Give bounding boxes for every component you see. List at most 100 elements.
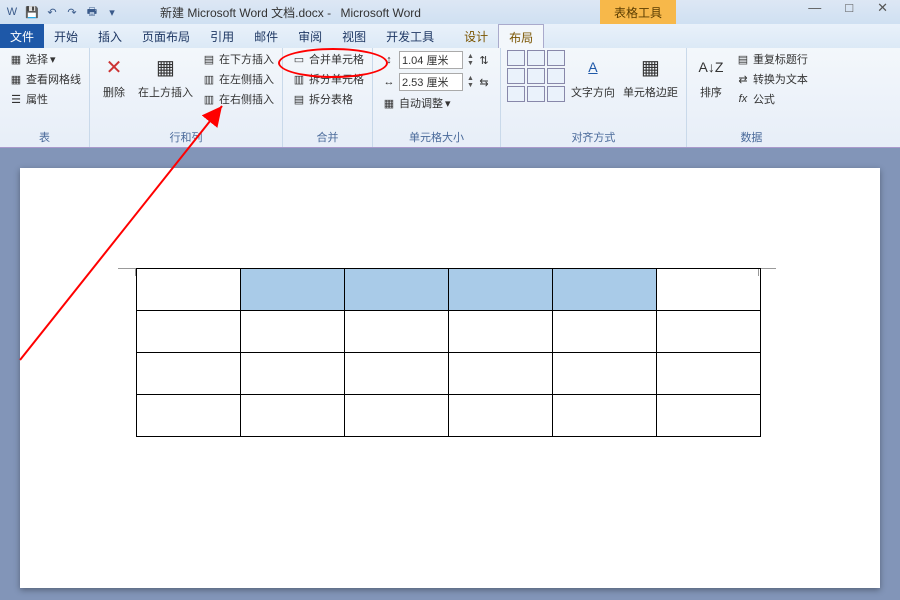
group-merge-label: 合并	[317, 127, 339, 145]
convert-button[interactable]: ⇄ 转换为文本	[733, 70, 810, 88]
insert-right-button[interactable]: ▥ 在右侧插入	[199, 90, 276, 108]
window-title: 新建 Microsoft Word 文档.docx - Microsoft Wo…	[160, 4, 421, 21]
insert-left-label: 在左侧插入	[219, 71, 274, 87]
insert-left-button[interactable]: ▥ 在左侧插入	[199, 70, 276, 88]
insert-more: ▤ 在下方插入 ▥ 在左侧插入 ▥ 在右侧插入	[199, 50, 276, 108]
tab-insert[interactable]: 插入	[88, 24, 132, 48]
row-height[interactable]: ↕ 1.04 厘米 ▲▼ ⇅	[379, 50, 494, 70]
title-separator: -	[327, 6, 334, 20]
insert-above-button[interactable]: ▦ 在上方插入	[136, 50, 195, 102]
table-cell-selected[interactable]	[553, 269, 657, 311]
gridlines-icon: ▦	[8, 72, 24, 86]
tab-references[interactable]: 引用	[200, 24, 244, 48]
table-row[interactable]	[137, 353, 761, 395]
group-cell-size: ↕ 1.04 厘米 ▲▼ ⇅ ↔ 2.53 厘米 ▲▼ ⇆ ▦ 自动调整 ▾	[373, 48, 501, 147]
repeat-header-icon: ▤	[735, 52, 751, 66]
convert-label: 转换为文本	[753, 71, 808, 87]
word-icon: W	[4, 4, 20, 20]
table-cell-selected[interactable]	[241, 269, 345, 311]
tab-view[interactable]: 视图	[332, 24, 376, 48]
height-spinner[interactable]: ▲▼	[467, 53, 474, 67]
tab-mailings[interactable]: 邮件	[244, 24, 288, 48]
qat-more-icon[interactable]: ▾	[104, 4, 120, 20]
data-body: A↓Z 排序 ▤ 重复标题行 ⇄ 转换为文本 fx 公式	[693, 50, 810, 108]
distribute-cols-icon[interactable]: ⇆	[476, 75, 492, 89]
table-row[interactable]	[137, 269, 761, 311]
width-spinner[interactable]: ▲▼	[467, 75, 474, 89]
table-cell-selected[interactable]	[449, 269, 553, 311]
table-row[interactable]	[137, 395, 761, 437]
cell-margins-label: 单元格边距	[623, 84, 678, 100]
group-alignment-label: 对齐方式	[571, 127, 615, 145]
context-tool-label: 表格工具	[600, 0, 676, 24]
titlebar: W 💾 ↶ ↷ 🖶 ▾ 新建 Microsoft Word 文档.docx - …	[0, 0, 900, 24]
minimize-button[interactable]: —	[808, 0, 821, 16]
properties-label: 属性	[26, 91, 48, 107]
annotation-ellipse	[278, 48, 388, 78]
select-button[interactable]: ▦ 选择 ▾	[6, 50, 83, 68]
split-table-label: 拆分表格	[309, 91, 353, 107]
cell-size-inputs: ↕ 1.04 厘米 ▲▼ ⇅ ↔ 2.53 厘米 ▲▼ ⇆ ▦ 自动调整 ▾	[379, 50, 494, 112]
repeat-header-label: 重复标题行	[753, 51, 808, 67]
tab-file[interactable]: 文件	[0, 24, 44, 48]
formula-button[interactable]: fx 公式	[733, 90, 810, 108]
chevron-down-icon: ▾	[445, 97, 451, 110]
undo-icon[interactable]: ↶	[44, 4, 60, 20]
table-cell-selected[interactable]	[345, 269, 449, 311]
tab-page-layout[interactable]: 页面布局	[132, 24, 200, 48]
gridlines-label: 查看网格线	[26, 71, 81, 87]
col-width[interactable]: ↔ 2.53 厘米 ▲▼ ⇆	[379, 72, 494, 92]
document-table[interactable]	[136, 268, 761, 437]
tab-home[interactable]: 开始	[44, 24, 88, 48]
table-cell[interactable]	[657, 269, 761, 311]
autofit-button[interactable]: ▦ 自动调整 ▾	[379, 94, 494, 112]
text-direction-button[interactable]: A 文字方向	[569, 50, 617, 102]
insert-left-icon: ▥	[201, 72, 217, 86]
close-button[interactable]: ✕	[877, 0, 888, 16]
split-table-button[interactable]: ▤ 拆分表格	[289, 90, 366, 108]
height-value[interactable]: 1.04 厘米	[399, 51, 463, 69]
group-cell-size-label: 单元格大小	[409, 127, 464, 145]
maximize-button[interactable]: □	[845, 0, 853, 16]
autofit-icon: ▦	[381, 96, 397, 110]
save-icon[interactable]: 💾	[24, 4, 40, 20]
insert-above-label: 在上方插入	[138, 84, 193, 100]
select-icon: ▦	[8, 52, 24, 66]
margin-anchor-left	[118, 268, 136, 276]
properties-button[interactable]: ☰ 属性	[6, 90, 83, 108]
text-direction-label: 文字方向	[571, 84, 615, 100]
text-direction-icon: A	[577, 52, 609, 82]
ribbon-tabs: 文件 开始 插入 页面布局 引用 邮件 审阅 视图 开发工具 设计 布局	[0, 24, 900, 48]
page-area	[0, 148, 900, 600]
tab-dev[interactable]: 开发工具	[376, 24, 444, 48]
table-row[interactable]	[137, 311, 761, 353]
sort-button[interactable]: A↓Z 排序	[693, 50, 729, 102]
tab-layout[interactable]: 布局	[498, 24, 544, 48]
print-icon[interactable]: 🖶	[84, 4, 100, 20]
chevron-down-icon: ▾	[50, 53, 56, 66]
table-cell[interactable]	[137, 269, 241, 311]
tab-review[interactable]: 审阅	[288, 24, 332, 48]
repeat-header-button[interactable]: ▤ 重复标题行	[733, 50, 810, 68]
redo-icon[interactable]: ↷	[64, 4, 80, 20]
insert-below-button[interactable]: ▤ 在下方插入	[199, 50, 276, 68]
width-value[interactable]: 2.53 厘米	[399, 73, 463, 91]
tab-design[interactable]: 设计	[454, 24, 498, 48]
app-name: Microsoft Word	[341, 6, 421, 20]
group-rows-cols: ✕ 删除 ▦ 在上方插入 ▤ 在下方插入 ▥ 在左侧插入 ▥ 在右侧插入	[90, 48, 283, 147]
cell-margins-icon: ▦	[634, 52, 666, 82]
cell-margins-button[interactable]: ▦ 单元格边距	[621, 50, 680, 102]
group-table-label: 表	[39, 127, 50, 145]
cell-size-body: ↕ 1.04 厘米 ▲▼ ⇅ ↔ 2.53 厘米 ▲▼ ⇆ ▦ 自动调整 ▾	[379, 50, 494, 112]
window-controls: — □ ✕	[808, 0, 898, 16]
alignment-grid[interactable]	[507, 50, 565, 102]
gridlines-button[interactable]: ▦ 查看网格线	[6, 70, 83, 88]
delete-button[interactable]: ✕ 删除	[96, 50, 132, 102]
insert-right-icon: ▥	[201, 92, 217, 106]
properties-icon: ☰	[8, 92, 24, 106]
page[interactable]	[20, 168, 880, 588]
distribute-rows-icon[interactable]: ⇅	[476, 53, 492, 67]
group-rows-cols-label: 行和列	[170, 127, 203, 145]
insert-above-icon: ▦	[150, 52, 182, 82]
select-label: 选择	[26, 51, 48, 67]
